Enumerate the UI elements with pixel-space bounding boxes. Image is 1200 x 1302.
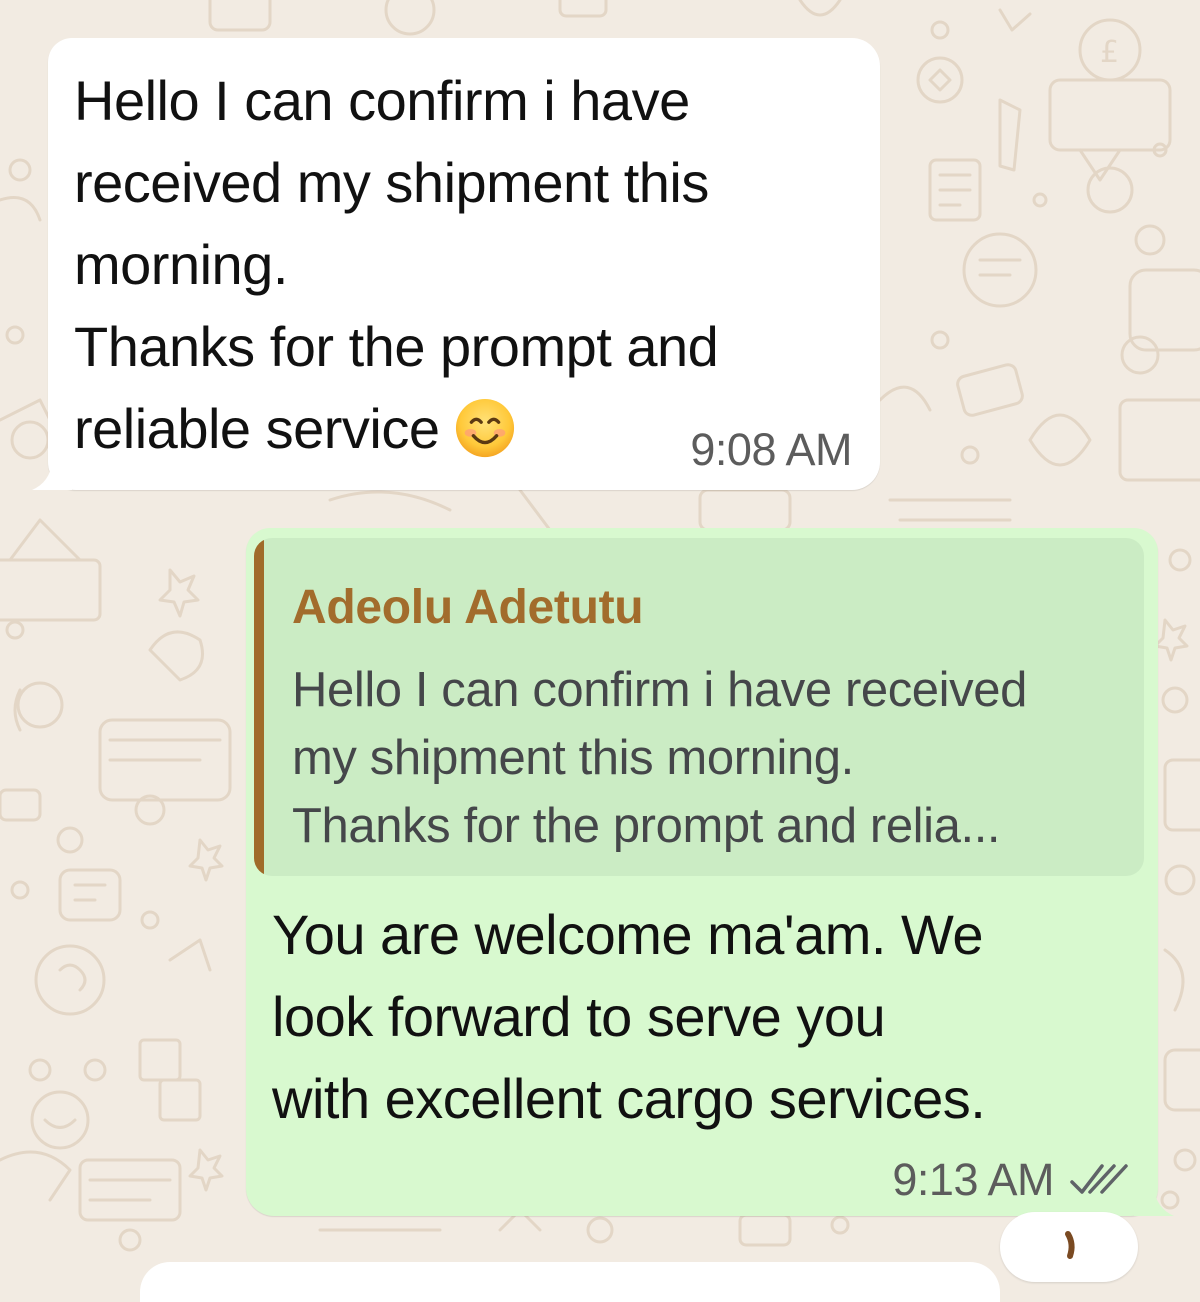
quoted-reply[interactable]: Adeolu Adetutu Hello I can confirm i hav… — [254, 538, 1144, 876]
outgoing-bubble-tail — [1134, 1188, 1174, 1216]
quoted-message-text: Hello I can confirm i have received my s… — [292, 656, 1132, 860]
smiling-face-icon — [455, 399, 514, 458]
message-timestamp: 9:08 AM — [690, 424, 852, 475]
quoted-line: Thanks for the prompt and relia... — [292, 799, 1001, 853]
quote-accent-bar — [254, 538, 264, 876]
message-line: morning. — [74, 233, 288, 296]
message-line: Hello I can confirm i have — [74, 69, 690, 132]
read-double-check-icon — [1070, 1164, 1128, 1194]
message-line: You are welcome ma'am. We — [272, 903, 983, 966]
message-line: with excellent cargo services. — [272, 1067, 986, 1130]
next-message-bubble[interactable] — [140, 1262, 1000, 1302]
quoted-author-name: Adeolu Adetutu — [292, 581, 644, 634]
outgoing-message-bubble[interactable]: Adeolu Adetutu Hello I can confirm i hav… — [246, 528, 1174, 1216]
message-line: look forward to serve you — [272, 985, 886, 1048]
incoming-message-text: Hello I can confirm i have received my s… — [74, 60, 864, 470]
outgoing-message-text: You are welcome ma'am. We look forward t… — [272, 894, 1142, 1140]
quoted-line: Hello I can confirm i have received — [292, 663, 1027, 717]
message-timestamp: 9:13 AM — [892, 1154, 1054, 1205]
message-line: reliable service — [74, 397, 440, 460]
message-line: Thanks for the prompt and — [74, 315, 719, 378]
incoming-bubble-tail — [32, 462, 72, 490]
message-reaction[interactable] — [1000, 1212, 1138, 1282]
svg-text:£: £ — [1100, 35, 1119, 70]
incoming-message-bubble[interactable]: Hello I can confirm i have received my s… — [32, 38, 880, 490]
reaction-emoji-icon — [1065, 1231, 1075, 1259]
quoted-line: my shipment this morning. — [292, 731, 854, 785]
message-line: received my shipment this — [74, 151, 709, 214]
